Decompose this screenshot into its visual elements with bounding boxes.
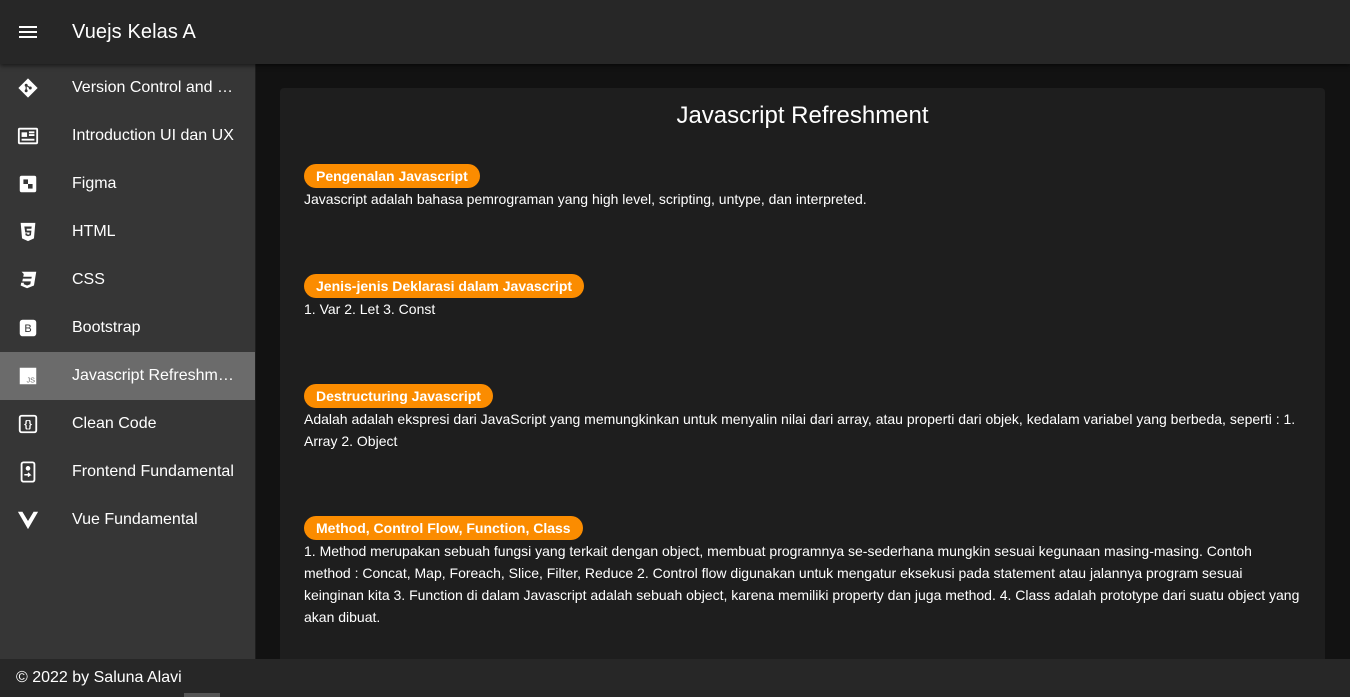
footer-copyright: © 2022 by Saluna Alavi: [16, 669, 182, 686]
git-icon: [16, 76, 40, 100]
topic-chip: Method, Control Flow, Function, Class: [304, 516, 583, 540]
footer: © 2022 by Saluna Alavi: [0, 659, 1350, 697]
sidebar-item-label: Version Control and Branch Management: [72, 79, 240, 96]
topic-text: 1. Method merupakan sebuah fungsi yang t…: [304, 543, 1300, 625]
topic-section: Destructuring Javascript Adalah adalah e…: [304, 384, 1301, 516]
sidebar-item-vue-fundamental[interactable]: Vue Fundamental: [0, 496, 255, 544]
code-braces-icon: {}: [16, 412, 40, 436]
cellphone-link-icon: [16, 460, 40, 484]
bootstrap-icon: B: [16, 316, 40, 340]
topic-text: Javascript adalah bahasa pemrograman yan…: [304, 191, 867, 207]
figma-icon: [16, 172, 40, 196]
sidebar-item-html[interactable]: HTML: [0, 208, 255, 256]
app-bar: Vuejs Kelas A: [0, 0, 1350, 64]
hamburger-menu-icon[interactable]: [0, 0, 56, 64]
sidebar-item-label: Javascript Refreshment: [72, 367, 240, 384]
sidebar-item-css[interactable]: CSS: [0, 256, 255, 304]
topic-text: Adalah adalah ekspresi dari JavaScript y…: [304, 411, 1296, 449]
sidebar-item-javascript[interactable]: JS Javascript Refreshment: [0, 352, 255, 400]
main-content: Javascript Refreshment Pengenalan Javasc…: [256, 64, 1350, 659]
vuejs-icon: [16, 508, 40, 532]
sidebar-item-label: Bootstrap: [72, 319, 141, 336]
topic-section: Method, Control Flow, Function, Class 1.…: [304, 516, 1301, 628]
horizontal-scrollbar[interactable]: [184, 693, 220, 697]
sidebar-item-label: Figma: [72, 175, 117, 192]
content-card: Javascript Refreshment Pengenalan Javasc…: [280, 88, 1325, 659]
svg-text:B: B: [24, 323, 31, 335]
topic-section: Jenis-jenis Deklarasi dalam Javascript 1…: [304, 274, 1301, 384]
sidebar-item-bootstrap[interactable]: B Bootstrap: [0, 304, 255, 352]
newspaper-icon: [16, 124, 40, 148]
topic-text: 1. Var 2. Let 3. Const: [304, 301, 436, 317]
sidebar-item-figma[interactable]: Figma: [0, 160, 255, 208]
sidebar-item-ui-ux[interactable]: Introduction UI dan UX: [0, 112, 255, 160]
sidebar-item-clean-code[interactable]: {} Clean Code: [0, 400, 255, 448]
sidebar-item-label: Introduction UI dan UX: [72, 127, 234, 144]
html5-icon: [16, 220, 40, 244]
sidebar-item-version-control[interactable]: Version Control and Branch Management: [0, 64, 255, 112]
javascript-icon: JS: [16, 364, 40, 388]
navigation-drawer: Version Control and Branch Management In…: [0, 64, 256, 659]
topic-section: Pengenalan Javascript Javascript adalah …: [304, 164, 1301, 274]
topic-chip: Destructuring Javascript: [304, 384, 493, 408]
sidebar-item-label: CSS: [72, 271, 105, 288]
sidebar-item-label: HTML: [72, 223, 116, 240]
app-title: Vuejs Kelas A: [72, 20, 196, 43]
topic-chip: Pengenalan Javascript: [304, 164, 480, 188]
sidebar-item-label: Vue Fundamental: [72, 511, 198, 528]
svg-text:{}: {}: [24, 420, 32, 431]
css3-icon: [16, 268, 40, 292]
svg-text:JS: JS: [26, 375, 35, 384]
sidebar-item-label: Clean Code: [72, 415, 157, 432]
sidebar-item-frontend-fundamental[interactable]: Frontend Fundamental: [0, 448, 255, 496]
page-title: Javascript Refreshment: [676, 102, 929, 129]
sidebar-item-label: Frontend Fundamental: [72, 463, 234, 480]
topic-chip: Jenis-jenis Deklarasi dalam Javascript: [304, 274, 585, 298]
